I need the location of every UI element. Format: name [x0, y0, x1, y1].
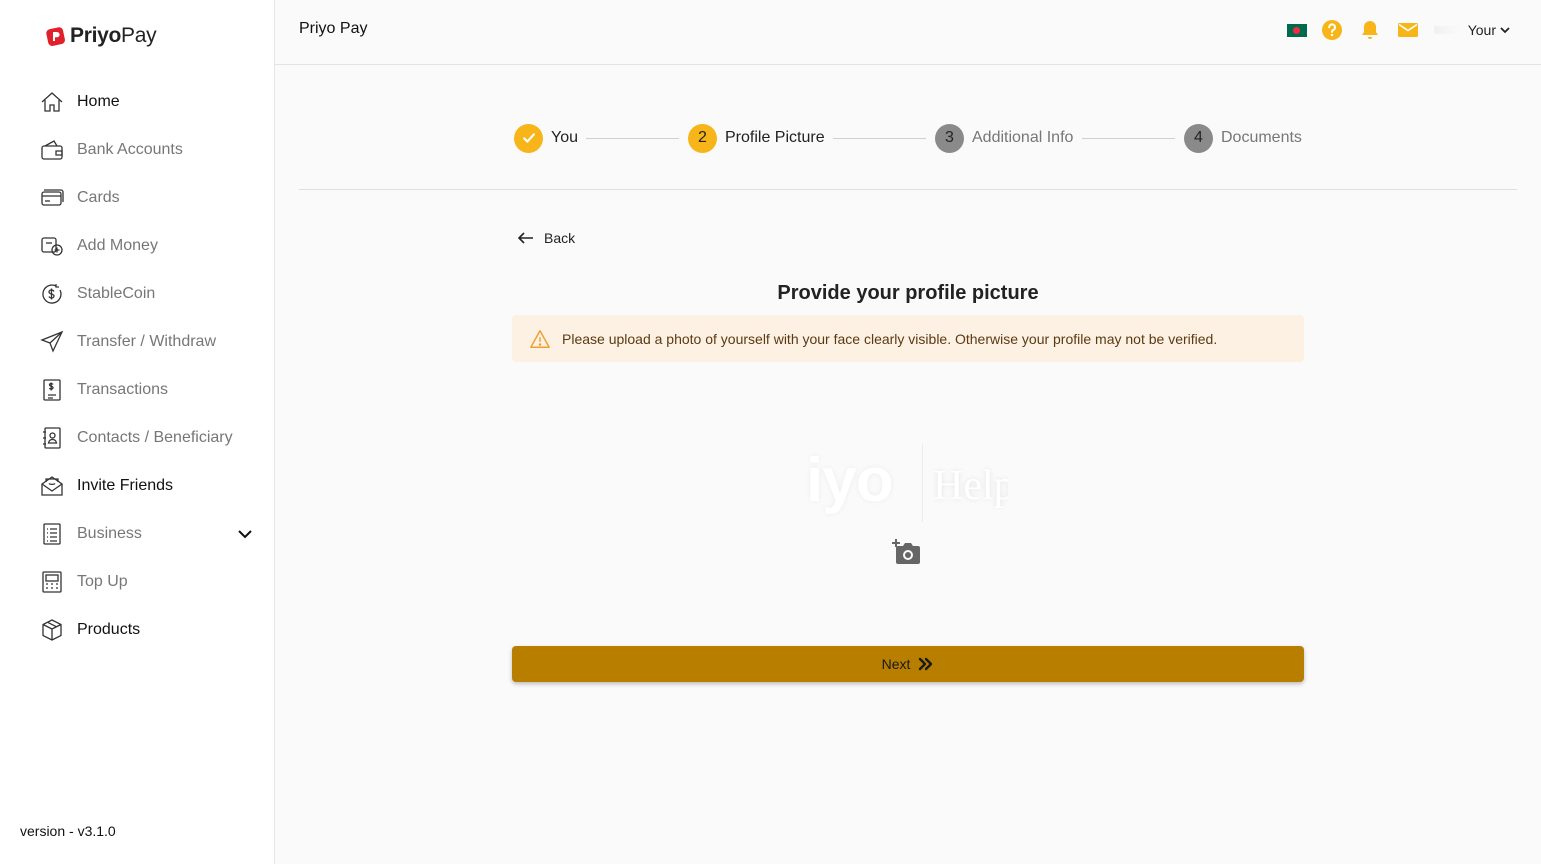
placeholder-logo-text: iyo — [806, 446, 894, 515]
sidebar-item-label: Invite Friends — [77, 477, 174, 494]
sidebar: PriyoPay Home Bank Accounts Cards Add Mo… — [0, 0, 275, 864]
step-connector — [1082, 138, 1175, 139]
profile-picture-upload[interactable]: iyo Help — [806, 440, 1008, 590]
sidebar-item-label: Add Money — [77, 237, 158, 254]
placeholder-help-text: Help — [933, 463, 1008, 509]
bell-icon[interactable] — [1358, 18, 1382, 42]
step-complete-check-icon — [514, 123, 543, 153]
next-label: Next — [881, 656, 911, 672]
sidebar-item-cards[interactable]: Cards — [0, 174, 275, 222]
sidebar-item-transactions[interactable]: Transactions — [0, 366, 275, 414]
warning-text: Please upload a photo of yourself with y… — [562, 330, 1218, 347]
top-up-icon — [40, 570, 64, 594]
step-number: 2 — [688, 123, 717, 153]
onboarding-stepper: You 2 Profile Picture 3 Additional Info … — [514, 123, 1304, 153]
sidebar-item-label: Products — [77, 621, 141, 638]
mail-icon[interactable] — [1396, 18, 1420, 42]
sidebar-item-business[interactable]: Business — [0, 510, 275, 558]
step-label: You — [551, 129, 578, 146]
step-additional-info[interactable]: 3 Additional Info — [935, 123, 1073, 153]
box-icon — [40, 618, 64, 642]
sidebar-item-add-money[interactable]: Add Money — [0, 222, 275, 270]
chevron-down-icon[interactable] — [235, 524, 255, 544]
sidebar-item-contacts-beneficiary[interactable]: Contacts / Beneficiary — [0, 414, 275, 462]
bank-wallet-icon — [40, 138, 64, 162]
sidebar-nav: Home Bank Accounts Cards Add Money Stabl… — [0, 78, 275, 654]
user-menu[interactable]: Your — [1468, 22, 1511, 38]
sidebar-item-label: Top Up — [77, 573, 128, 590]
sidebar-item-label: Business — [77, 525, 142, 542]
sidebar-item-transfer-withdraw[interactable]: Transfer / Withdraw — [0, 318, 275, 366]
step-number: 3 — [935, 123, 964, 153]
brand-name: PriyoPay — [70, 24, 157, 47]
step-label: Additional Info — [972, 129, 1074, 146]
sidebar-item-products[interactable]: Products — [0, 606, 275, 654]
top-header: Priyo Pay Your — [275, 0, 1541, 65]
placeholder-separator — [922, 444, 923, 522]
step-number: 4 — [1184, 123, 1213, 153]
back-label: Back — [544, 230, 576, 246]
contacts-book-icon — [40, 426, 64, 450]
help-icon[interactable] — [1320, 18, 1344, 42]
app-version: version - v3.1.0 — [20, 823, 116, 839]
arrow-left-icon — [517, 232, 533, 244]
sidebar-item-label: Contacts / Beneficiary — [77, 429, 233, 446]
home-icon — [40, 90, 64, 114]
sidebar-item-label: Cards — [77, 189, 120, 206]
avatar[interactable] — [1433, 26, 1460, 34]
sidebar-item-label: StableCoin — [77, 285, 156, 302]
next-button[interactable]: Next — [512, 646, 1304, 682]
bangladesh-flag-icon[interactable] — [1286, 23, 1307, 37]
sidebar-item-top-up[interactable]: Top Up — [0, 558, 275, 606]
header-actions: Your — [1286, 18, 1511, 42]
sidebar-item-label: Transactions — [77, 381, 168, 398]
sidebar-item-bank-accounts[interactable]: Bank Accounts — [0, 126, 275, 174]
sidebar-item-label: Transfer / Withdraw — [77, 333, 216, 350]
step-label: Profile Picture — [725, 129, 825, 146]
sidebar-item-invite-friends[interactable]: Invite Friends — [0, 462, 275, 510]
chevron-down-icon — [1500, 27, 1510, 34]
warning-banner: Please upload a photo of yourself with y… — [512, 315, 1304, 362]
back-button[interactable]: Back — [516, 228, 575, 248]
double-chevron-right-icon — [919, 657, 933, 671]
sidebar-item-stablecoin[interactable]: StableCoin — [0, 270, 275, 318]
card-icon — [40, 186, 64, 210]
step-label: Documents — [1221, 129, 1302, 146]
sidebar-item-label: Bank Accounts — [77, 141, 183, 158]
sidebar-item-home[interactable]: Home — [0, 78, 275, 126]
receipt-icon — [40, 378, 64, 402]
user-menu-label: Your — [1467, 22, 1496, 38]
priyopay-logo-icon — [46, 27, 65, 46]
step-connector — [833, 138, 926, 139]
stablecoin-icon — [40, 282, 64, 306]
step-you[interactable]: You — [514, 123, 578, 153]
sidebar-item-label: Home — [77, 93, 120, 110]
envelope-invite-icon — [40, 474, 64, 498]
step-connector — [586, 138, 679, 139]
brand-logo[interactable]: PriyoPay — [46, 24, 157, 48]
page-title: Provide your profile picture — [777, 282, 1039, 304]
document-list-icon — [40, 522, 64, 546]
add-photo-camera-icon[interactable] — [892, 537, 922, 565]
paper-plane-icon — [40, 330, 64, 354]
page-header-title: Priyo Pay — [299, 20, 368, 37]
stepper-divider — [299, 189, 1517, 190]
step-documents[interactable]: 4 Documents — [1184, 123, 1302, 153]
add-money-icon — [40, 234, 64, 258]
warning-triangle-icon — [530, 329, 550, 348]
step-profile-picture[interactable]: 2 Profile Picture — [688, 123, 825, 153]
